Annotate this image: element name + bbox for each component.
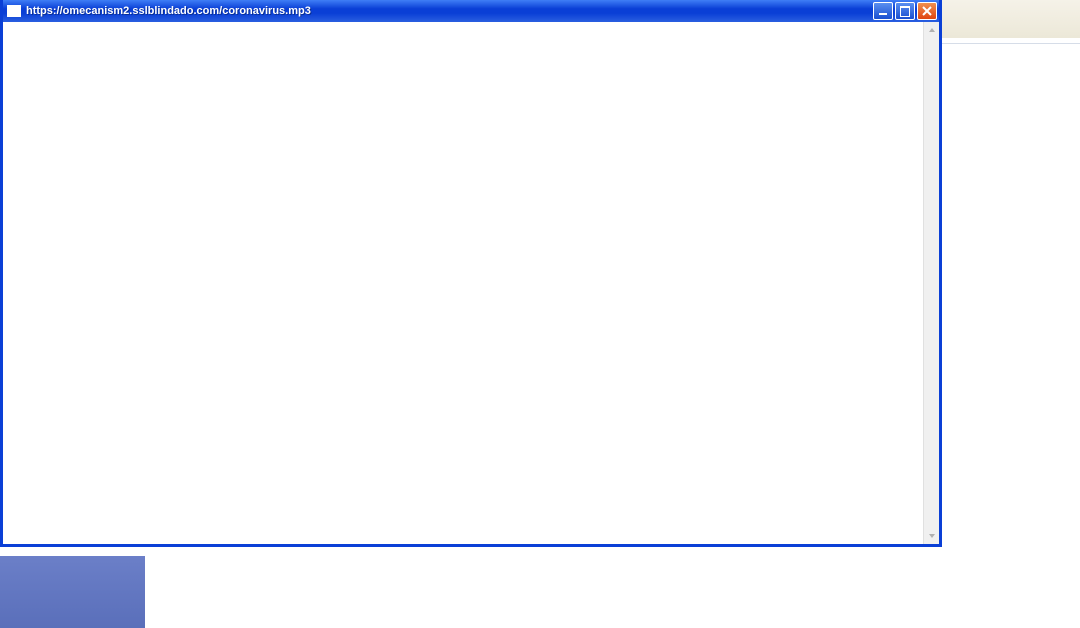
close-icon — [922, 6, 932, 16]
background-divider — [940, 43, 1080, 44]
maximize-button[interactable] — [895, 2, 915, 20]
popup-window: https://omecanism2.sslblindado.com/coron… — [0, 0, 942, 547]
titlebar[interactable]: https://omecanism2.sslblindado.com/coron… — [3, 0, 939, 22]
minimize-button[interactable] — [873, 2, 893, 20]
scroll-down-button[interactable] — [925, 529, 939, 543]
window-icon — [7, 5, 21, 17]
taskbar-fragment — [0, 556, 145, 628]
chevron-down-icon — [928, 533, 936, 539]
window-title: https://omecanism2.sslblindado.com/coron… — [26, 5, 873, 17]
chevron-up-icon — [928, 27, 936, 33]
window-controls — [873, 2, 937, 20]
vertical-scrollbar[interactable] — [923, 22, 939, 544]
scroll-up-button[interactable] — [925, 23, 939, 37]
client-area — [3, 22, 939, 544]
content-area — [3, 22, 923, 544]
close-button[interactable] — [917, 2, 937, 20]
